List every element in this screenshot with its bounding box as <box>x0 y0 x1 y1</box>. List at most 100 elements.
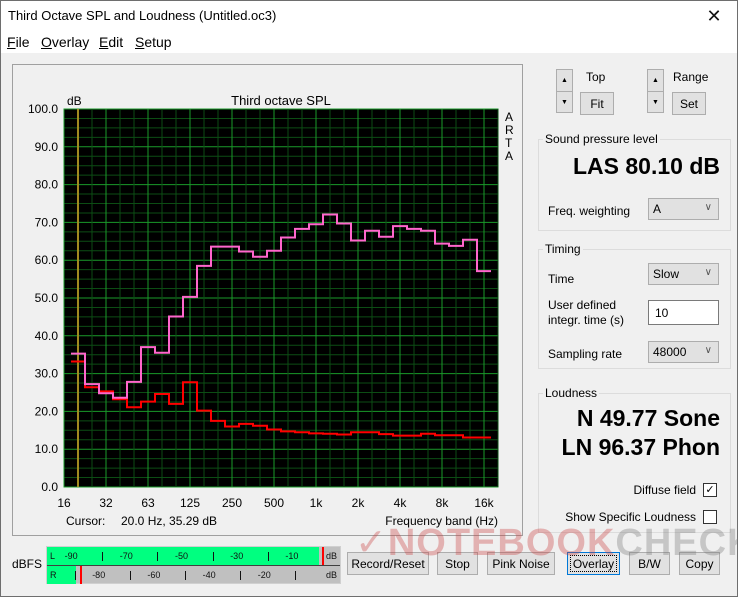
spl-value: LAS 80.10 dB <box>573 153 720 179</box>
meter-scale-label: -40 <box>202 570 216 580</box>
spl-chart[interactable]: 0.0 10.0 20.0 30.0 40.0 50.0 60.0 70.0 80.0 90.0 1… <box>13 65 522 535</box>
chart-title: Third octave SPL <box>231 93 331 108</box>
y-tick-label: 50.0 <box>35 291 59 305</box>
time-value: Slow <box>653 267 680 281</box>
integr-time-input[interactable]: 10 <box>648 300 719 325</box>
x-tick-label: 8k <box>436 496 450 510</box>
arta-letter: T <box>505 136 513 150</box>
arta-side-label: ARTA <box>505 110 514 163</box>
top-spinner[interactable]: ▲ ▼ <box>556 69 573 113</box>
y-tick-label: 0.0 <box>41 480 58 494</box>
cursor-readout: 20.0 Hz, 35.29 dB <box>121 514 217 528</box>
freq-weighting-select[interactable]: A ∨ <box>648 198 719 220</box>
x-tick-label: 500 <box>264 496 284 510</box>
freq-weighting-label: Freq. weighting <box>548 204 631 218</box>
x-tick-label: 250 <box>222 496 242 510</box>
y-tick-label: 10.0 <box>35 442 59 456</box>
y-tick-label: 80.0 <box>35 178 59 192</box>
x-tick-label: 1k <box>310 496 324 510</box>
y-tick-label: 30.0 <box>35 367 59 381</box>
meter-unit-label: dB <box>326 570 338 580</box>
range-up-icon[interactable]: ▲ <box>648 70 663 91</box>
menu-setup[interactable]: Setup <box>135 34 172 50</box>
diffuse-field-checkbox[interactable]: ✓ <box>703 483 717 497</box>
x-tick-label: 63 <box>141 496 155 510</box>
top-down-icon[interactable]: ▼ <box>557 91 572 112</box>
meter-scale-label: -50 <box>175 551 189 561</box>
meter-tick-mark <box>295 571 297 580</box>
meter-tick-mark <box>102 552 104 561</box>
menu-overlay-mnemonic: O <box>41 34 52 50</box>
meter-tick-mark <box>212 552 214 561</box>
x-tick-labels: 16 32 63 125 250 500 1k 2k 4k 8k 16k <box>57 496 494 510</box>
timing-group-label: Timing <box>543 242 583 256</box>
menu-edit-mnemonic: E <box>99 34 109 50</box>
sampling-rate-value: 48000 <box>653 345 687 359</box>
close-button[interactable]: ✕ <box>691 1 737 31</box>
top-label: Top <box>586 70 606 84</box>
right-peak-marker <box>80 566 83 584</box>
meter-unit-label: dB <box>326 551 338 561</box>
record-reset-button[interactable]: Record/Reset <box>347 552 429 575</box>
meter-scale-label: -60 <box>147 570 161 580</box>
menu-bar: File Overlay Edit Setup <box>1 31 737 53</box>
menu-edit[interactable]: Edit <box>99 34 123 50</box>
channel-l-label: L <box>50 551 56 561</box>
x-tick-label: 2k <box>352 496 366 510</box>
overlay-button[interactable]: Overlay <box>567 552 620 575</box>
copy-button[interactable]: Copy <box>679 552 720 575</box>
arta-letter: A <box>505 110 513 124</box>
close-icon: ✕ <box>706 5 722 26</box>
fit-button[interactable]: Fit <box>580 92 614 115</box>
menu-edit-rest: dit <box>108 34 124 50</box>
meter-left-channel: L -90 -70 -50 -30 -10 dB <box>47 547 340 565</box>
menu-file-mnemonic: F <box>7 34 16 50</box>
x-tick-label: 125 <box>180 496 200 510</box>
stop-button[interactable]: Stop <box>437 552 478 575</box>
y-tick-label: 40.0 <box>35 329 59 343</box>
freq-weighting-value: A <box>653 202 662 216</box>
title-bar: Third Octave SPL and Loudness (Untitled.… <box>1 1 737 31</box>
show-specific-loudness-label: Show Specific Loudness <box>565 510 696 524</box>
time-select[interactable]: Slow ∨ <box>648 263 719 285</box>
menu-file-rest: ile <box>15 34 30 50</box>
left-peak-marker <box>322 547 325 565</box>
y-tick-label: 20.0 <box>35 404 59 418</box>
menu-setup-mnemonic: S <box>135 34 145 50</box>
y-tick-label: 60.0 <box>35 253 59 267</box>
top-up-icon[interactable]: ▲ <box>557 70 572 91</box>
range-spinner[interactable]: ▲ ▼ <box>647 69 664 113</box>
meter-tick-mark <box>185 571 186 580</box>
spl-group-label: Sound pressure level <box>543 132 660 146</box>
x-axis-label: Frequency band (Hz) <box>385 514 498 528</box>
meter-tick-mark <box>240 571 242 580</box>
loudness-group-label: Loudness <box>543 386 600 400</box>
meter-tick-mark <box>267 552 269 561</box>
y-axis-label: dB <box>67 94 82 108</box>
channel-r-label: R <box>50 570 57 580</box>
set-button[interactable]: Set <box>672 92 706 115</box>
meter-scale-label: -30 <box>230 551 244 561</box>
menu-overlay[interactable]: Overlay <box>41 34 89 50</box>
y-tick-label: 100.0 <box>28 102 58 116</box>
cursor-label: Cursor: <box>66 514 105 528</box>
integr-label-1: User defined <box>548 298 617 312</box>
integr-label-2: integr. time (s) <box>548 313 625 327</box>
bw-button[interactable]: B/W <box>629 552 670 575</box>
meter-scale-label: -10 <box>285 551 299 561</box>
window-title: Third Octave SPL and Loudness (Untitled.… <box>8 8 277 23</box>
meter-scale-label: -20 <box>257 570 271 580</box>
range-label: Range <box>673 70 709 84</box>
meter-tick-mark <box>74 571 76 580</box>
meter-scale-label: -90 <box>64 551 78 561</box>
menu-file[interactable]: File <box>7 34 30 50</box>
level-meter: L -90 -70 -50 -30 -10 dB R -80 -60 -40 -20 dB <box>46 546 341 584</box>
pink-noise-button[interactable]: Pink Noise <box>487 552 555 575</box>
show-specific-loudness-checkbox[interactable] <box>703 510 717 524</box>
meter-scale-label: -80 <box>92 570 106 580</box>
range-down-icon[interactable]: ▼ <box>648 91 663 112</box>
chevron-down-icon: ∨ <box>704 345 712 356</box>
meter-tick-mark <box>157 552 159 561</box>
sampling-rate-select[interactable]: 48000 ∨ <box>648 341 719 363</box>
menu-setup-rest: etup <box>144 34 172 50</box>
